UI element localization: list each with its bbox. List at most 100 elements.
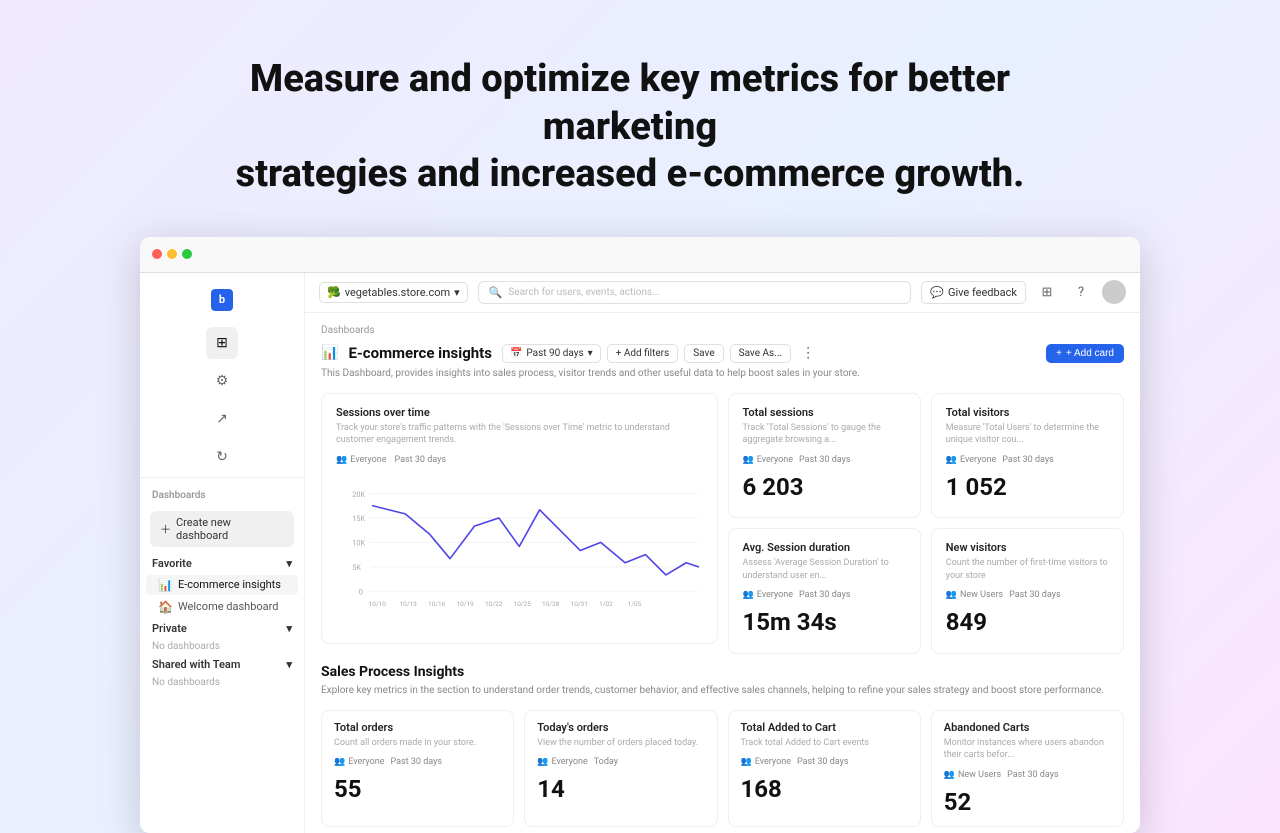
- shared-no-dashboards: No dashboards: [140, 675, 304, 690]
- new-visitors-title: New visitors: [946, 541, 1109, 554]
- new-visitors-audience: 👥 New Users: [946, 590, 1003, 600]
- sidebar-dashboards-label: Dashboards: [140, 486, 304, 505]
- avg-audience-label: Everyone: [757, 590, 793, 600]
- save-as-btn[interactable]: Save As...: [730, 344, 791, 363]
- bottom-cards-row: Total orders Count all orders made in yo…: [321, 710, 1124, 827]
- sidebar: b ⊞ ⚙ ↗ ↻ Dashboards ＋ Create new dashbo…: [140, 273, 305, 833]
- feedback-label: Give feedback: [948, 286, 1017, 299]
- svg-text:0: 0: [359, 587, 363, 596]
- sidebar-icon-refresh[interactable]: ↻: [206, 441, 238, 473]
- create-dashboard-btn[interactable]: ＋ Create new dashboard: [150, 511, 294, 547]
- avg-session-card: Avg. Session duration Assess 'Average Se…: [728, 528, 921, 654]
- total-sessions-title: Total sessions: [743, 406, 906, 419]
- todays-orders-title: Today's orders: [537, 721, 704, 734]
- chart-title: Sessions over time: [336, 406, 703, 419]
- new-visitors-time-label: Past 30 days: [1009, 590, 1061, 600]
- avg-session-value: 15m 34s: [743, 608, 906, 636]
- dashboard-toolbar: 📅 Past 90 days ▾ + Add filters Save Save…: [502, 344, 1124, 363]
- store-selector[interactable]: 🥦 vegetables.store.com ▾: [319, 282, 468, 303]
- sidebar-icon-grid[interactable]: ⊞: [206, 327, 238, 359]
- todays-orders-value: 14: [537, 775, 704, 803]
- sessions-chart-card: Sessions over time Track your store's tr…: [321, 393, 718, 644]
- sidebar-shared-label: Shared with Team: [152, 658, 240, 671]
- sessions-chart: 20K 15K 10K 5K 0: [336, 471, 703, 631]
- todays-orders-meta: 👥 Everyone Today: [537, 757, 704, 767]
- cart-audience-label: Everyone: [755, 757, 791, 767]
- add-filter-btn[interactable]: + Add filters: [607, 344, 679, 363]
- abandoned-audience-label: New Users: [958, 770, 1001, 780]
- svg-text:10/25: 10/25: [514, 600, 532, 608]
- grid-view-btn[interactable]: ⊞: [1034, 279, 1060, 305]
- total-sessions-value: 6 203: [743, 473, 906, 501]
- help-btn[interactable]: ?: [1068, 279, 1094, 305]
- svg-text:1/05: 1/05: [628, 600, 642, 608]
- sidebar-favorite-label: Favorite: [152, 557, 192, 570]
- browser-dot-green: [182, 249, 192, 259]
- abandoned-time-label: Past 30 days: [1007, 770, 1059, 780]
- svg-text:20K: 20K: [352, 489, 365, 498]
- store-icon: 🥦: [327, 286, 341, 299]
- sidebar-item-ecommerce-insights[interactable]: 📊 E-commerce insights: [146, 575, 298, 595]
- sidebar-icon-analytics[interactable]: ↗: [206, 403, 238, 435]
- total-orders-meta: 👥 Everyone Past 30 days: [334, 757, 501, 767]
- visitors-audience: 👥 Everyone: [946, 455, 997, 465]
- sidebar-item-welcome-dashboard[interactable]: 🏠 Welcome dashboard: [146, 597, 298, 617]
- avg-time: Past 30 days: [799, 590, 851, 600]
- app-layout: b ⊞ ⚙ ↗ ↻ Dashboards ＋ Create new dashbo…: [140, 273, 1140, 833]
- abandoned-carts-card: Abandoned Carts Monitor instances where …: [931, 710, 1124, 827]
- sidebar-favorite-header[interactable]: Favorite ▾: [140, 553, 304, 574]
- todays-orders-desc: View the number of orders placed today.: [537, 737, 704, 750]
- audience-icon: 👥: [741, 757, 752, 767]
- sidebar-icon-settings[interactable]: ⚙: [206, 365, 238, 397]
- audience-icon: 👥: [944, 770, 955, 780]
- total-visitors-title: Total visitors: [946, 406, 1109, 419]
- add-card-btn[interactable]: + + Add card: [1046, 344, 1124, 363]
- feedback-button[interactable]: 💬 Give feedback: [921, 281, 1026, 304]
- breadcrumb: Dashboards: [321, 325, 1124, 336]
- orders-audience-label: Everyone: [348, 757, 384, 767]
- more-options-btn[interactable]: ⋮: [797, 345, 819, 361]
- abandoned-time: Past 30 days: [1007, 770, 1059, 780]
- svg-text:10/22: 10/22: [485, 600, 503, 608]
- cart-time: Past 30 days: [797, 757, 849, 767]
- sales-section-desc: Explore key metrics in the section to un…: [321, 684, 1124, 698]
- total-sessions-desc: Track 'Total Sessions' to gauge the aggr…: [743, 422, 906, 447]
- visitors-time-label: Past 30 days: [1002, 455, 1054, 465]
- cart-time-label: Past 30 days: [797, 757, 849, 767]
- dashboard-header: 📊 E-commerce insights 📅 Past 90 days ▾ +…: [321, 344, 1124, 363]
- sidebar-private-label: Private: [152, 622, 187, 635]
- total-sessions-meta: 👥 Everyone Past 30 days: [743, 455, 906, 465]
- svg-text:10K: 10K: [352, 538, 365, 547]
- hero-line2: strategies and increased e-commerce grow…: [236, 152, 1025, 196]
- chart-header: Sessions over time Track your store's tr…: [336, 406, 703, 447]
- abandoned-carts-meta: 👥 New Users Past 30 days: [944, 770, 1111, 780]
- svg-text:10/13: 10/13: [400, 600, 418, 608]
- dropdown-icon: ▾: [454, 286, 460, 299]
- sidebar-shared-header[interactable]: Shared with Team ▾: [140, 654, 304, 675]
- sessions-audience-label: Everyone: [757, 455, 793, 465]
- todays-audience: 👥 Everyone: [537, 757, 588, 767]
- total-orders-title: Total orders: [334, 721, 501, 734]
- user-avatar[interactable]: [1102, 280, 1126, 304]
- total-visitors-desc: Measure 'Total Users' to determine the u…: [946, 422, 1109, 447]
- search-bar[interactable]: 🔍 Search for users, events, actions...: [478, 281, 912, 304]
- time-filter-btn[interactable]: 📅 Past 90 days ▾: [502, 344, 601, 363]
- sales-section-title: Sales Process Insights: [321, 664, 1124, 680]
- dashboard-title: E-commerce insights: [348, 344, 492, 362]
- sidebar-private-header[interactable]: Private ▾: [140, 618, 304, 639]
- save-btn[interactable]: Save: [684, 344, 723, 363]
- svg-text:15K: 15K: [352, 514, 365, 523]
- abandoned-carts-title: Abandoned Carts: [944, 721, 1111, 734]
- sales-section: Sales Process Insights Explore key metri…: [321, 664, 1124, 827]
- total-visitors-value: 1 052: [946, 473, 1109, 501]
- plus-icon: ＋: [160, 521, 171, 537]
- audience-icon: 👥: [334, 757, 345, 767]
- svg-text:10/10: 10/10: [369, 600, 387, 608]
- ecommerce-insights-icon: 📊: [158, 578, 173, 592]
- feedback-icon: 💬: [930, 286, 944, 299]
- avg-session-title: Avg. Session duration: [743, 541, 906, 554]
- total-visitors-meta: 👥 Everyone Past 30 days: [946, 455, 1109, 465]
- chart-audience: 👥 Everyone: [336, 455, 387, 465]
- hero-text: Measure and optimize key metrics for bet…: [80, 28, 1180, 219]
- private-no-dashboards: No dashboards: [140, 639, 304, 654]
